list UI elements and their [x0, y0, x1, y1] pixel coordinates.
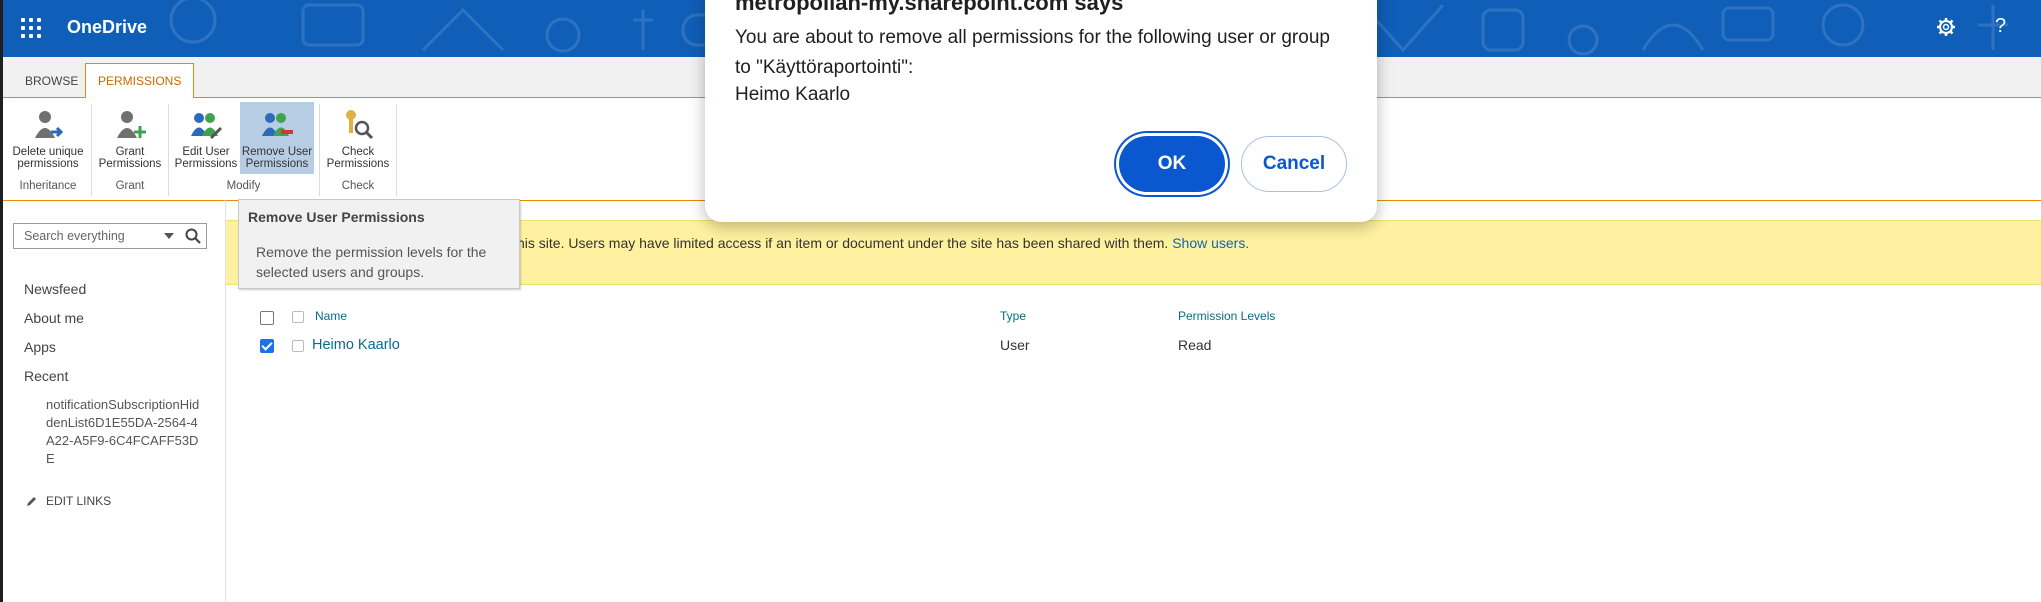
brand-name[interactable]: OneDrive	[67, 17, 147, 38]
check-permissions-button[interactable]: Check Permissions	[323, 102, 393, 174]
app-launcher-icon[interactable]	[21, 18, 41, 38]
ribbon-label: Permissions	[326, 158, 390, 170]
group-label-check: Check	[341, 180, 375, 192]
ribbon-tooltip: Remove User Permissions Remove the permi…	[238, 199, 520, 289]
edit-user-permissions-button[interactable]: Edit User Permissions	[173, 102, 239, 174]
user-permission-level: Read	[1178, 337, 1212, 353]
delete-unique-permissions-button[interactable]: Delete unique permissions	[8, 102, 88, 174]
tooltip-title: Remove User Permissions	[248, 209, 425, 225]
ribbon-label: Grant	[115, 146, 145, 158]
dialog-title: metropolian-my.sharepoint.com says	[735, 0, 1124, 15]
delete-permissions-icon	[35, 111, 64, 138]
remove-user-permissions-icon	[262, 113, 293, 136]
search-icon[interactable]	[184, 227, 202, 245]
user-name-link[interactable]: Heimo Kaarlo	[312, 337, 400, 353]
ribbon-label: Remove User	[241, 146, 313, 158]
edit-links-label: EDIT LINKS	[46, 494, 112, 508]
dialog-user-name: Heimo Kaarlo	[735, 84, 851, 105]
select-all-checkbox[interactable]	[260, 311, 274, 325]
status-text: his site. Users may have limited access …	[517, 235, 1169, 251]
check-permissions-icon	[346, 110, 374, 140]
ribbon-label: Permissions	[174, 158, 238, 170]
chevron-down-icon[interactable]	[164, 233, 174, 239]
header-item-checkbox[interactable]	[292, 311, 304, 323]
recent-list-item[interactable]: notificationSubscriptionHiddenList6D1E55…	[46, 396, 206, 468]
pencil-icon	[27, 497, 36, 506]
ribbon-separator	[319, 104, 320, 196]
column-header-name[interactable]: Name	[315, 309, 347, 323]
help-icon[interactable]: ?	[1995, 15, 2006, 38]
tooltip-body: Remove the permission levels for the sel…	[256, 244, 487, 280]
group-label-inheritance: Inheritance	[19, 180, 77, 192]
ribbon-label: Check	[341, 146, 375, 158]
ok-button[interactable]: OK	[1119, 136, 1225, 192]
ribbon-separator	[168, 104, 169, 196]
group-label-grant: Grant	[115, 180, 145, 192]
column-header-type[interactable]: Type	[1000, 309, 1026, 323]
grant-permissions-icon	[117, 111, 146, 138]
edit-links-button[interactable]: EDIT LINKS	[26, 494, 111, 508]
ribbon-label: Permissions	[245, 158, 309, 170]
sidebar-item-newsfeed[interactable]: Newsfeed	[24, 281, 86, 297]
ribbon-label: permissions	[17, 158, 79, 170]
ribbon-separator	[396, 104, 397, 196]
search-box[interactable]: Search everything	[13, 223, 207, 249]
sidebar-item-recent[interactable]: Recent	[24, 368, 68, 384]
status-message: his site. Users may have limited access …	[517, 235, 1249, 251]
ribbon-label: Permissions	[98, 158, 162, 170]
remove-user-permissions-button[interactable]: Remove User Permissions	[240, 102, 314, 174]
tab-browse[interactable]: BROWSE	[13, 65, 90, 97]
row-item-checkbox[interactable]	[292, 340, 304, 352]
dialog-message: You are about to remove all permissions …	[735, 27, 1330, 78]
search-placeholder: Search everything	[24, 229, 125, 243]
tab-permissions[interactable]: PERMISSIONS	[85, 63, 195, 99]
confirm-dialog: metropolian-my.sharepoint.com says You a…	[705, 0, 1377, 222]
ribbon-label: Delete unique	[12, 146, 84, 158]
edit-user-permissions-icon	[191, 113, 223, 140]
gear-icon[interactable]	[1936, 17, 1956, 43]
column-header-permission-levels[interactable]: Permission Levels	[1178, 309, 1275, 323]
group-label-modify: Modify	[226, 180, 261, 192]
user-type: User	[1000, 337, 1030, 353]
ribbon-label: Edit User	[182, 146, 230, 158]
sidebar-item-about-me[interactable]: About me	[24, 310, 84, 326]
row-checkbox[interactable]	[260, 339, 274, 353]
grant-permissions-button[interactable]: Grant Permissions	[95, 102, 165, 174]
cancel-button[interactable]: Cancel	[1241, 136, 1347, 192]
show-users-link[interactable]: Show users.	[1172, 235, 1249, 251]
ribbon-separator	[91, 104, 92, 196]
sidebar-item-apps[interactable]: Apps	[24, 339, 56, 355]
